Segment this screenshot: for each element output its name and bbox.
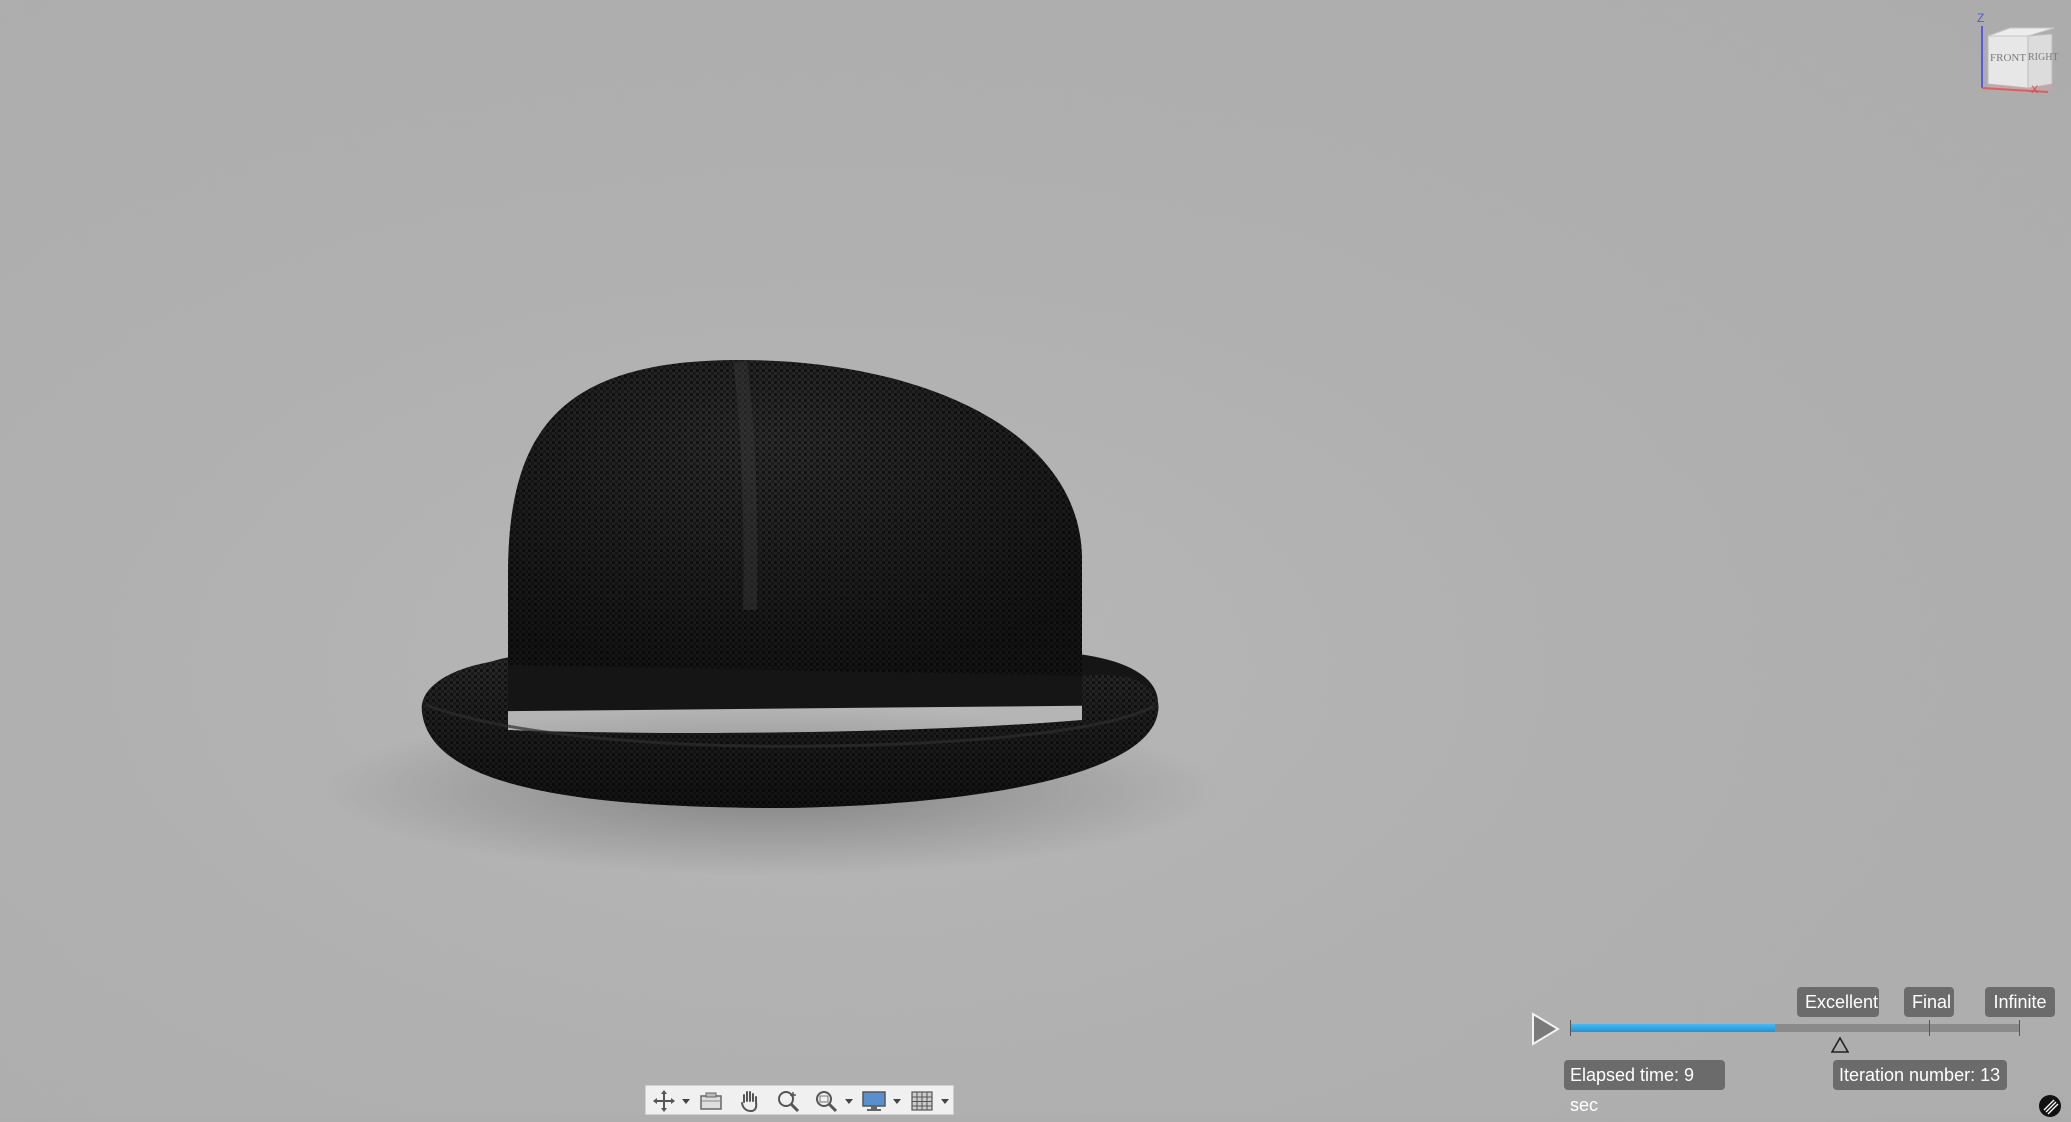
orbit-dropdown-icon[interactable] — [682, 1099, 690, 1104]
render-progress-fill — [1570, 1024, 1775, 1032]
look-at-icon[interactable] — [698, 1089, 724, 1113]
navigation-toolbar — [645, 1085, 954, 1115]
axis-z-label: Z — [1977, 11, 1985, 25]
progress-tick-final — [1929, 1020, 1930, 1036]
quality-excellent-button[interactable]: Excellent — [1797, 987, 1879, 1017]
elapsed-time-label: Elapsed time: 9 sec — [1564, 1060, 1725, 1115]
zoom-icon[interactable] — [776, 1089, 802, 1113]
progress-tick-infinite — [2019, 1020, 2020, 1036]
orbit-icon[interactable] — [652, 1089, 678, 1113]
fit-icon[interactable] — [814, 1089, 840, 1113]
play-icon — [1532, 1012, 1560, 1046]
grid-and-snaps-icon[interactable] — [909, 1089, 935, 1113]
iteration-number-label: Iteration number: 13 — [1833, 1060, 2007, 1090]
quality-infinite-button[interactable]: Infinite — [1985, 987, 2055, 1017]
progress-marker-icon[interactable] — [1830, 1036, 1850, 1053]
axis-x-label: X — [2031, 84, 2039, 96]
cube-face-right[interactable]: RIGHT — [2028, 52, 2059, 63]
app-logo-icon — [2039, 1095, 2061, 1117]
cube-face-front[interactable]: FRONT — [1990, 52, 2026, 64]
display-settings-dropdown-icon[interactable] — [893, 1099, 901, 1104]
render-progress-bar — [1570, 1020, 2020, 1036]
render-viewport[interactable] — [0, 0, 2071, 1115]
display-settings-icon[interactable] — [861, 1089, 887, 1113]
fit-dropdown-icon[interactable] — [845, 1099, 853, 1104]
pan-icon[interactable] — [737, 1089, 763, 1113]
play-button[interactable] — [1530, 1012, 1560, 1046]
view-cube[interactable]: Z FRONT RIGHT X — [1970, 8, 2062, 98]
grid-and-snaps-dropdown-icon[interactable] — [941, 1099, 949, 1104]
quality-final-button[interactable]: Final — [1904, 987, 1954, 1017]
progress-tick-start — [1570, 1020, 1571, 1036]
bowler-hat-render — [320, 360, 1220, 875]
